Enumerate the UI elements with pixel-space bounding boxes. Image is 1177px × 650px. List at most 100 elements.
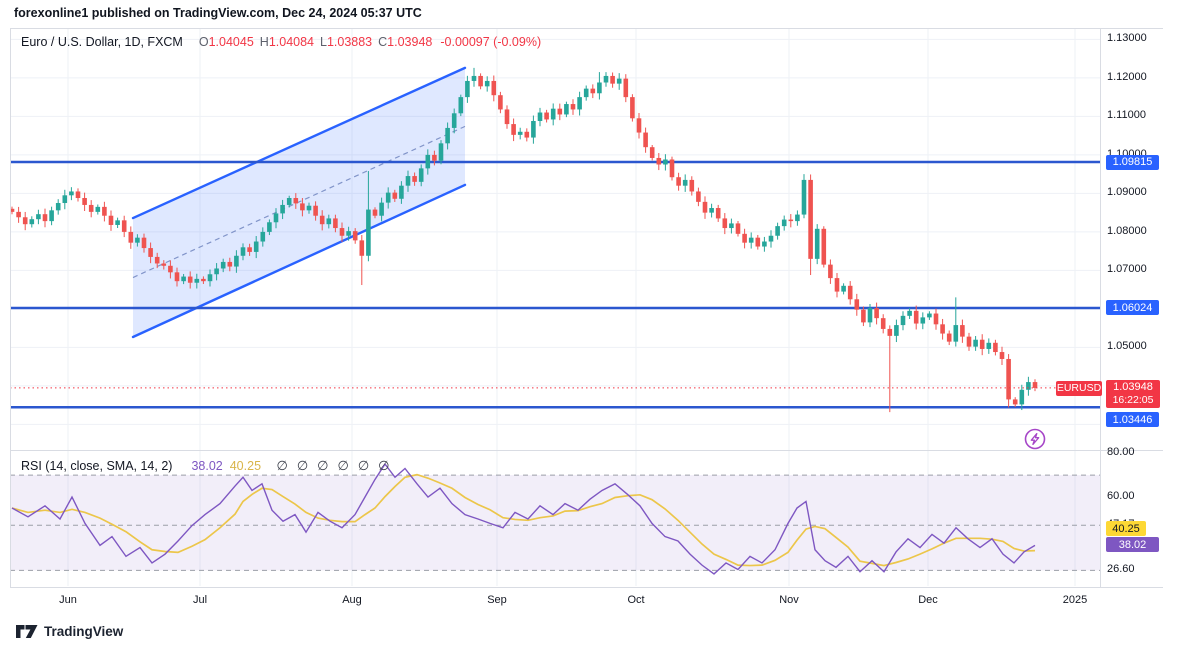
candle-body bbox=[907, 311, 912, 316]
tradingview-watermark[interactable]: TradingView bbox=[16, 624, 123, 639]
candle-body bbox=[195, 279, 200, 283]
candle-body bbox=[439, 143, 444, 160]
candle-body bbox=[135, 238, 140, 243]
candle-body bbox=[980, 340, 985, 349]
candle-body bbox=[1013, 399, 1018, 404]
candle-body bbox=[584, 89, 589, 97]
candle-body bbox=[881, 318, 886, 329]
time-label-jun: Jun bbox=[44, 594, 92, 606]
time-label-nov: Nov bbox=[765, 594, 813, 606]
rsi-value-badge: 38.02 bbox=[1106, 537, 1159, 552]
chart-plot[interactable] bbox=[10, 28, 1163, 588]
candle-body bbox=[432, 155, 437, 161]
price-tick: 1.12000 bbox=[1107, 71, 1147, 83]
candle-body bbox=[769, 236, 774, 242]
ohlc-value: 1.04045 bbox=[209, 35, 254, 49]
candle-body bbox=[544, 113, 549, 120]
time-axis[interactable]: JunJulAugSepOctNovDec2025 bbox=[10, 588, 1163, 614]
ohlc-value: 1.04084 bbox=[269, 35, 314, 49]
candle-body bbox=[987, 343, 992, 349]
ohlc-key: L bbox=[320, 35, 327, 49]
publish-note: forexonline1 published on TradingView.co… bbox=[14, 6, 422, 20]
price-axis[interactable]: 1.130001.120001.110001.100001.090001.080… bbox=[1100, 28, 1177, 588]
candle-body bbox=[115, 220, 120, 225]
candle-body bbox=[690, 180, 695, 192]
candle-body bbox=[657, 158, 662, 165]
candle-body bbox=[815, 229, 820, 259]
candle-body bbox=[551, 109, 556, 120]
candle-body bbox=[23, 217, 28, 224]
candle-body bbox=[353, 231, 358, 240]
change-value: -0.00097 (-0.09%) bbox=[440, 35, 541, 49]
candle-body bbox=[346, 231, 351, 236]
candle-body bbox=[498, 95, 503, 109]
candle-body bbox=[591, 89, 596, 94]
candle-body bbox=[261, 232, 266, 242]
candle-body bbox=[445, 128, 450, 143]
rsi-value-badge: 40.25 bbox=[1106, 521, 1146, 536]
rsi-sma-value: 40.25 bbox=[230, 459, 261, 473]
candle-body bbox=[538, 113, 543, 121]
candle-body bbox=[835, 278, 840, 291]
candle-body bbox=[808, 180, 813, 259]
candle-body bbox=[307, 206, 312, 211]
candle-body bbox=[967, 337, 972, 347]
ohlc-value: 1.03948 bbox=[387, 35, 432, 49]
candle-body bbox=[102, 207, 107, 216]
candle-body bbox=[294, 198, 299, 203]
candle-body bbox=[940, 324, 945, 333]
tradingview-brand-label: TradingView bbox=[44, 624, 123, 639]
candle-body bbox=[155, 257, 160, 264]
candle-body bbox=[386, 193, 391, 203]
candle-body bbox=[313, 206, 318, 216]
candle-body bbox=[762, 242, 767, 247]
candle-body bbox=[934, 314, 939, 325]
ohlc-values: O1.04045H1.04084L1.03883C1.03948 bbox=[193, 35, 433, 49]
candle-body bbox=[89, 205, 94, 212]
time-label-2025: 2025 bbox=[1051, 594, 1099, 606]
candle-body bbox=[868, 308, 873, 322]
candle-body bbox=[221, 262, 226, 269]
current-price-value: 1.03948 bbox=[1106, 381, 1160, 394]
candle-body bbox=[452, 113, 457, 128]
current-price-badge: 1.03948 16:22:05 bbox=[1106, 380, 1160, 408]
candle-body bbox=[228, 262, 233, 267]
time-label-jul: Jul bbox=[176, 594, 224, 606]
rsi-band-fill bbox=[10, 475, 1100, 570]
empty-set-icon: ∅ bbox=[317, 458, 328, 473]
candle-body bbox=[558, 109, 563, 115]
rsi-title[interactable]: RSI (14, close, SMA, 14, 2) bbox=[21, 459, 172, 473]
candle-body bbox=[63, 195, 68, 203]
candle-body bbox=[841, 286, 846, 292]
lightning-button[interactable] bbox=[1022, 426, 1048, 452]
candle-body bbox=[795, 215, 800, 222]
candle-body bbox=[36, 214, 41, 219]
candle-body bbox=[96, 207, 101, 212]
candle-body bbox=[927, 314, 932, 318]
candle-body bbox=[742, 234, 747, 243]
candle-body bbox=[828, 265, 833, 278]
candle-body bbox=[617, 79, 622, 84]
symbol-title[interactable]: Euro / U.S. Dollar, 1D, FXCM bbox=[21, 35, 183, 49]
candle-body bbox=[643, 133, 648, 148]
candle-body bbox=[188, 277, 193, 283]
candle-body bbox=[412, 176, 417, 182]
rsi-empty-slots: ∅∅∅∅∅∅ bbox=[272, 458, 394, 473]
candle-body bbox=[485, 81, 490, 86]
empty-set-icon: ∅ bbox=[277, 458, 288, 473]
candle-body bbox=[16, 212, 21, 217]
candle-body bbox=[676, 177, 681, 185]
candle-body bbox=[855, 299, 860, 309]
candle-body bbox=[208, 274, 213, 281]
lightning-icon bbox=[1022, 426, 1048, 452]
rsi-tick: 26.60 bbox=[1107, 563, 1135, 575]
candle-body bbox=[30, 219, 35, 224]
candle-body bbox=[736, 223, 741, 233]
candle-body bbox=[340, 228, 345, 236]
candle-body bbox=[921, 317, 926, 323]
candle-body bbox=[973, 340, 978, 347]
candle-body bbox=[492, 81, 497, 95]
candle-body bbox=[201, 279, 206, 281]
candle-body bbox=[518, 132, 523, 135]
candle-body bbox=[399, 186, 404, 199]
